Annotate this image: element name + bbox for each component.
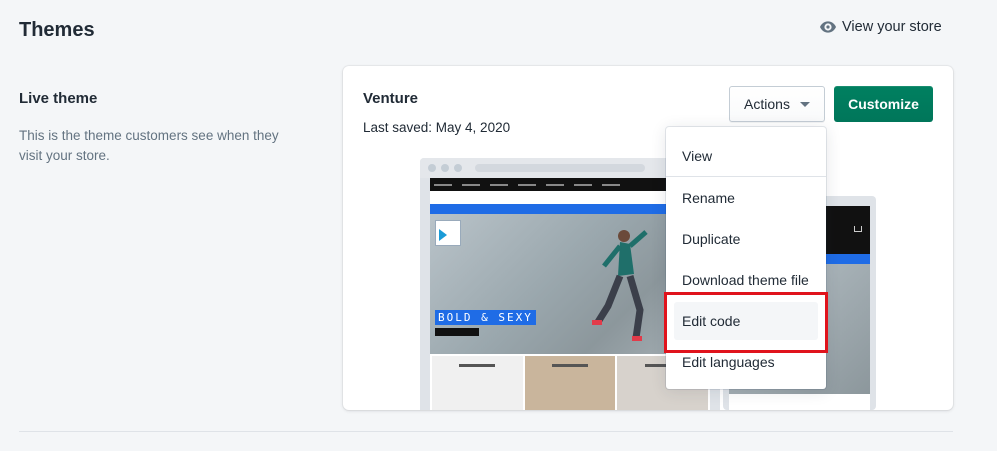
caret-down-icon bbox=[799, 101, 810, 107]
hero-shop-button bbox=[435, 328, 479, 336]
browser-dot bbox=[441, 164, 449, 172]
actions-label: Actions bbox=[744, 96, 790, 112]
cart-icon bbox=[854, 226, 862, 232]
actions-button[interactable]: Actions bbox=[729, 86, 825, 122]
section-divider bbox=[19, 431, 953, 432]
menu-divider bbox=[666, 176, 826, 177]
menu-item-download-theme-file[interactable]: Download theme file bbox=[666, 261, 826, 299]
browser-dot bbox=[428, 164, 436, 172]
actions-dropdown-menu: View Rename Duplicate Download theme fil… bbox=[666, 127, 826, 389]
theme-name: Venture bbox=[363, 90, 419, 107]
athlete-figure bbox=[592, 230, 648, 341]
last-saved: Last saved: May 4, 2020 bbox=[363, 120, 511, 135]
menu-item-duplicate[interactable]: Duplicate bbox=[666, 220, 826, 258]
menu-item-edit-languages[interactable]: Edit languages bbox=[666, 343, 826, 381]
browser-dot bbox=[454, 164, 462, 172]
browser-url-bar bbox=[475, 164, 645, 172]
menu-item-rename[interactable]: Rename bbox=[666, 179, 826, 217]
live-theme-title: Live theme bbox=[19, 90, 98, 107]
page-title: Themes bbox=[19, 19, 95, 41]
store-logo bbox=[435, 220, 461, 246]
theme-card: Venture Last saved: May 4, 2020 Actions … bbox=[343, 66, 953, 410]
menu-item-view[interactable]: View bbox=[666, 137, 826, 175]
customize-button[interactable]: Customize bbox=[834, 86, 933, 122]
eye-icon bbox=[820, 21, 836, 33]
product-tile bbox=[524, 356, 616, 410]
live-theme-description: This is the theme customers see when the… bbox=[19, 128, 279, 163]
hero-tag: BOLD & SEXY bbox=[435, 310, 536, 325]
view-store-label: View your store bbox=[842, 19, 942, 35]
view-store-link[interactable]: View your store bbox=[820, 19, 942, 35]
product-tile bbox=[432, 356, 523, 410]
menu-item-edit-code[interactable]: Edit code bbox=[674, 302, 818, 340]
